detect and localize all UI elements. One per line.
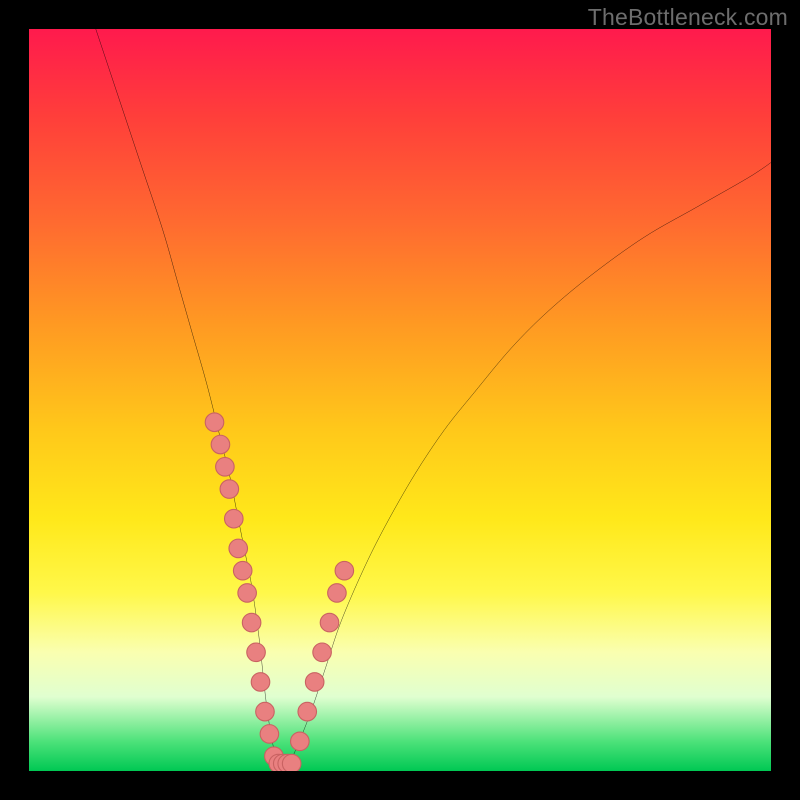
data-point	[260, 725, 279, 744]
data-point	[229, 539, 248, 558]
data-point	[328, 584, 347, 603]
scatter-dots	[205, 413, 353, 771]
data-point	[251, 673, 270, 692]
chart-plot-area	[29, 29, 771, 771]
data-point	[205, 413, 224, 432]
data-point	[220, 480, 239, 499]
data-point	[291, 732, 310, 751]
data-point	[216, 458, 235, 477]
data-point	[247, 643, 266, 662]
watermark-text: TheBottleneck.com	[588, 4, 788, 31]
data-point	[320, 613, 339, 632]
data-point	[313, 643, 332, 662]
chart-svg	[29, 29, 771, 771]
data-point	[238, 584, 257, 603]
bottleneck-curve	[96, 29, 771, 765]
data-point	[233, 561, 252, 580]
data-point	[335, 561, 354, 580]
data-point	[282, 754, 301, 771]
data-point	[242, 613, 261, 632]
data-point	[225, 509, 244, 528]
data-point	[305, 673, 324, 692]
data-point	[256, 702, 275, 721]
data-point	[298, 702, 317, 721]
chart-frame: TheBottleneck.com	[0, 0, 800, 800]
data-point	[211, 435, 230, 454]
